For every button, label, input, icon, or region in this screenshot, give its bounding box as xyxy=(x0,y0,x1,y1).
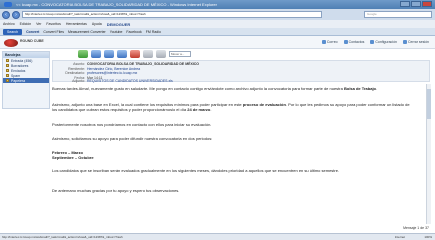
maximize-button[interactable] xyxy=(411,1,421,7)
attachment-row: Adjunto: REQUISITOS DE CANDIDATOS UNIVER… xyxy=(53,79,173,83)
body-bold-text: 24 de marzo xyxy=(187,107,211,112)
subject-row: Asunto: CONVOCATORIA BOLSA DE TRABAJO_SO… xyxy=(53,62,199,66)
toolbar-brand: DEMOGUER xyxy=(106,21,131,27)
from-label: Remitente: xyxy=(68,66,85,71)
forward-button[interactable]: › xyxy=(12,10,20,19)
convert-button[interactable]: Convert xyxy=(26,30,39,34)
nav-logout[interactable]: Cerrar sesión xyxy=(402,40,429,44)
logo-text: ROUND CUBE xyxy=(20,39,44,43)
attachment-label: Adjunto: xyxy=(72,79,85,83)
link-measurement-converter[interactable]: Measurement Converter xyxy=(68,30,106,34)
view-source-button[interactable] xyxy=(156,50,166,58)
link-fm-radio[interactable]: FM Radio xyxy=(146,30,161,34)
webmail-page: ROUND CUBE Correo Contactos Configuració… xyxy=(0,36,435,233)
link-convert-files[interactable]: Convert Files xyxy=(43,30,64,34)
move-to-select[interactable]: Mover a... xyxy=(169,51,191,57)
spam-icon xyxy=(6,74,9,77)
reply-all-button[interactable] xyxy=(104,50,114,58)
body-paragraph: De antemano muchas gracias por tu apoyo … xyxy=(52,188,180,193)
reply-button[interactable] xyxy=(91,50,101,58)
browser-menu-bar: Archivo Edición Ver Favoritos Herramient… xyxy=(0,20,435,28)
minimize-button[interactable] xyxy=(400,1,410,7)
to-row: Destinatario: profesores@intertec.tc.lcu… xyxy=(53,71,137,75)
body-text: Buenas tardes Alma!, nuevamente gusto en… xyxy=(52,86,343,91)
print-button[interactable] xyxy=(143,50,153,58)
menu-edicion[interactable]: Edición xyxy=(20,22,31,26)
body-bold-text: Bolsa de Trabajo xyxy=(343,86,376,91)
menu-favoritos[interactable]: Favoritos xyxy=(46,22,60,26)
message-pager: Mensaje 1 de 37 xyxy=(403,226,429,230)
period-2: Septiembre – Octubre xyxy=(52,155,94,160)
top-navigation: Correo Contactos Configuración Cerrar se… xyxy=(321,40,429,44)
address-bar: ‹ › http://intertec.tc.lcuap.mx/webmail/… xyxy=(0,9,435,20)
body-paragraph: Asimismo, solicitamos su apoyo para pode… xyxy=(52,136,213,141)
zoom-level[interactable]: 100% xyxy=(424,234,432,240)
window-controls xyxy=(400,1,432,7)
nav-mail-label: Correo xyxy=(326,40,338,44)
links-toolbar: Search Convert Convert Files Measurement… xyxy=(0,28,435,36)
window-title: << lcuap.mx - CONVOCATORIA BOLSA DE TRAB… xyxy=(16,2,217,7)
status-url: http://intertec.tc.lcuap.mx/webmail/?_ta… xyxy=(2,235,123,239)
app-header: ROUND CUBE Correo Contactos Configuració… xyxy=(0,36,435,49)
menu-ver[interactable]: Ver xyxy=(36,22,41,26)
nav-contacts[interactable]: Contactos xyxy=(343,40,365,44)
link-facebook[interactable]: Facebook xyxy=(126,30,141,34)
body-paragraph: Buenas tardes Alma!, nuevamente gusto en… xyxy=(52,86,378,91)
body-paragraph: Los candidatos que se inscriban serán ev… xyxy=(52,168,340,173)
back-button[interactable]: ‹ xyxy=(2,10,10,19)
logo-mark-icon xyxy=(4,39,18,47)
back-to-list-button[interactable] xyxy=(78,50,88,58)
menu-ayuda[interactable]: Ayuda xyxy=(92,22,102,26)
nav-settings[interactable]: Configuración xyxy=(370,40,397,44)
delete-button[interactable] xyxy=(130,50,140,58)
message-toolbar: Mover a... xyxy=(78,50,191,58)
attachment-link[interactable]: REQUISITOS DE CANDIDATOS UNIVERSIDADES.x… xyxy=(87,79,173,83)
menu-herramientas[interactable]: Herramientas xyxy=(66,22,87,26)
nav-logout-label: Cerrar sesión xyxy=(407,40,429,44)
to-label: Destinatario: xyxy=(65,71,85,75)
to-link[interactable]: profesores@intertec.tc.lcuap.mx xyxy=(87,71,137,75)
from-link[interactable]: Hernández Cirio, Berenice Andrea xyxy=(87,67,140,71)
logout-icon xyxy=(402,40,407,44)
browser-status-bar: http://intertec.tc.lcuap.mx/webmail/?_ta… xyxy=(0,233,435,240)
nav-contacts-label: Contactos xyxy=(348,40,365,44)
close-window-button[interactable] xyxy=(422,1,432,7)
drafts-icon xyxy=(6,64,9,67)
link-youtube[interactable]: Youtube xyxy=(110,30,123,34)
window-titlebar: << lcuap.mx - CONVOCATORIA BOLSA DE TRAB… xyxy=(0,0,435,9)
gear-icon xyxy=(370,40,375,44)
inbox-icon xyxy=(6,59,9,62)
nav-mail[interactable]: Correo xyxy=(321,40,338,44)
url-input[interactable]: http://intertec.tc.lcuap.mx/webmail/?_ta… xyxy=(22,11,322,18)
sidebar-item-label: Spam xyxy=(11,73,21,78)
body-paragraph: Asimismo, adjunto una base en Excel, la … xyxy=(52,102,410,112)
forward-message-button[interactable] xyxy=(117,50,127,58)
browser-search-input[interactable]: Google xyxy=(364,11,432,18)
sidebar-item-label: Papelera xyxy=(11,78,26,83)
sidebar-item-trash[interactable]: Papelera xyxy=(3,78,49,83)
body-paragraph: Posteriormente nosotros nos pondríamos e… xyxy=(52,122,212,127)
sidebar-item-label: Entrada (456) xyxy=(11,58,33,63)
roundcube-logo: ROUND CUBE xyxy=(4,39,46,47)
sidebar-item-label: Borradores xyxy=(11,63,29,68)
from-row: Remitente: Hernández Cirio, Berenice And… xyxy=(53,67,140,71)
message-body: Buenas tardes Alma!, nuevamente gusto en… xyxy=(52,84,422,228)
mailbox-sidebar: Bandejas Entrada (456) Borradores Enviad… xyxy=(2,51,50,109)
message-header: Asunto: CONVOCATORIA BOLSA DE TRABAJO_SO… xyxy=(52,60,430,83)
nav-settings-label: Configuración xyxy=(375,40,397,44)
subject-value: CONVOCATORIA BOLSA DE TRABAJO_SOLIDARIDA… xyxy=(87,62,200,66)
vertical-scrollbar[interactable] xyxy=(426,84,431,224)
scrollbar-thumb[interactable] xyxy=(427,89,431,119)
sent-icon xyxy=(6,69,9,72)
menu-archivo[interactable]: Archivo xyxy=(3,22,15,26)
toolbar-search-button[interactable]: Search xyxy=(3,28,23,35)
internet-explorer-icon xyxy=(4,2,12,7)
sidebar-item-label: Enviados xyxy=(11,68,26,73)
body-bold-text: proceso de evaluación xyxy=(242,102,286,107)
mail-icon xyxy=(321,40,326,44)
trash-icon xyxy=(6,79,9,82)
contacts-icon xyxy=(343,40,348,44)
subject-label: Asunto: xyxy=(73,62,85,66)
security-zone: Internet xyxy=(394,235,405,239)
